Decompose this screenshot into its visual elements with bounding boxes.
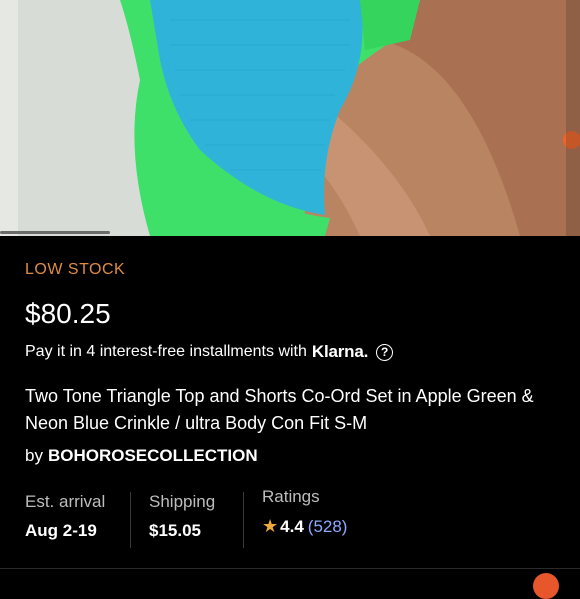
arrival-info: Est. arrival Aug 2-19 xyxy=(25,492,105,541)
listing-details: Est. arrival Aug 2-19 Shipping $15.05 Ra… xyxy=(0,487,580,552)
shipping-label: Shipping xyxy=(149,492,216,511)
klarna-brand: Klarna. xyxy=(311,342,369,361)
ratings-label: Ratings xyxy=(262,487,320,506)
seller-line[interactable]: by BOHOROSECOLLECTION xyxy=(25,446,258,466)
price: $80.25 xyxy=(25,298,111,329)
divider xyxy=(130,492,131,548)
carousel-active-dot xyxy=(0,231,110,234)
seller-name[interactable]: BOHOROSECOLLECTION xyxy=(48,446,258,465)
seller-prefix: by xyxy=(25,446,43,465)
arrival-value: Aug 2-19 xyxy=(25,521,97,540)
rating-count[interactable]: (528) xyxy=(308,517,348,537)
installments-text: Pay it in 4 interest-free installments w… xyxy=(25,343,307,360)
ratings-info[interactable]: Ratings ★ 4.4 (528) xyxy=(262,487,347,537)
shipping-info: Shipping $15.05 xyxy=(149,492,215,541)
question-circle-icon[interactable]: ? xyxy=(376,343,394,361)
shipping-value: $15.05 xyxy=(149,521,201,540)
product-photo[interactable] xyxy=(0,0,580,236)
installments-info: Pay it in 4 interest-free installments w… xyxy=(25,341,394,363)
notification-badge[interactable] xyxy=(533,573,559,599)
stock-status: LOW STOCK xyxy=(25,261,126,278)
carousel-indicator xyxy=(0,229,580,236)
arrival-label: Est. arrival xyxy=(25,492,106,511)
rating-score: 4.4 xyxy=(280,516,304,536)
star-icon: ★ xyxy=(262,516,279,536)
ratings-value[interactable]: ★ 4.4 (528) xyxy=(262,516,347,537)
divider xyxy=(0,568,580,569)
divider xyxy=(243,492,244,548)
listing-title: Two Tone Triangle Top and Shorts Co-Ord … xyxy=(25,386,534,433)
